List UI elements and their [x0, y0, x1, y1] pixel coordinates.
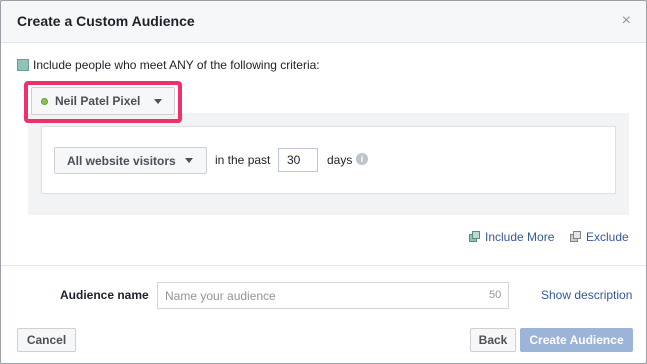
include-more-label: Include More [485, 230, 555, 244]
info-icon[interactable]: i [356, 153, 368, 165]
highlight-box [24, 81, 182, 123]
audience-name-input[interactable] [157, 282, 509, 309]
visitors-dropdown[interactable]: All website visitors [54, 147, 207, 174]
close-icon[interactable]: × [622, 13, 631, 29]
visitors-dropdown-label: All website visitors [67, 153, 176, 168]
exclude-icon [570, 231, 582, 243]
audience-name-label: Audience name [60, 288, 149, 302]
days-label: days [327, 153, 353, 167]
dialog-header: Create a Custom Audience × [1, 1, 646, 43]
include-more-link[interactable]: Include More [469, 230, 554, 244]
include-more-icon [469, 231, 481, 243]
criteria-row: Include people who meet ANY of the follo… [17, 57, 320, 73]
show-description-link[interactable]: Show description [541, 288, 632, 302]
create-custom-audience-dialog: Create a Custom Audience × Include peopl… [0, 0, 647, 364]
days-input[interactable] [278, 148, 318, 172]
chevron-down-icon [185, 158, 193, 163]
exclude-link[interactable]: Exclude [570, 230, 629, 244]
create-audience-button[interactable]: Create Audience [520, 328, 633, 352]
criteria-square-icon [17, 59, 29, 71]
cancel-button[interactable]: Cancel [17, 328, 76, 352]
dialog-title: Create a Custom Audience [17, 13, 195, 29]
section-divider [1, 265, 646, 266]
exclude-label: Exclude [586, 230, 629, 244]
char-count: 50 [489, 289, 502, 301]
in-the-past-label: in the past [215, 153, 271, 167]
criteria-text: Include people who meet ANY of the follo… [33, 58, 320, 72]
back-button[interactable]: Back [470, 328, 516, 352]
